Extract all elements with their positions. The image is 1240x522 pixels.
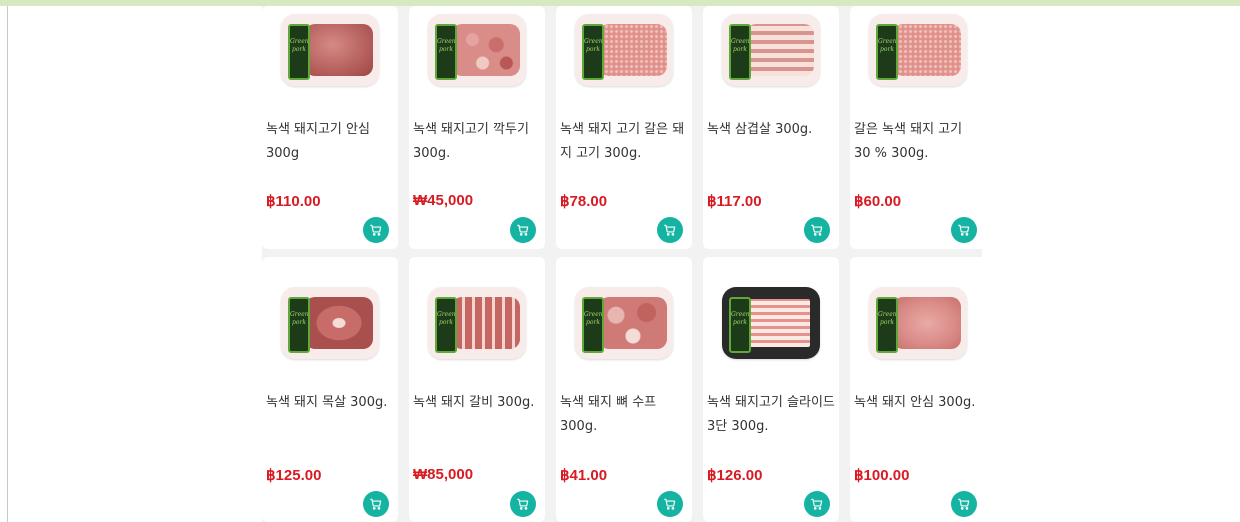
product-card[interactable]: Green pork 녹색 돼지고기 슬라이드 3단 300g. ฿126.00 [703, 257, 839, 522]
brand-text: Green pork [878, 38, 897, 53]
product-name[interactable]: 녹색 돼지 안심 300g. [854, 391, 982, 415]
cart-icon [517, 498, 529, 510]
product-card[interactable]: Green pork 갈은 녹색 돼지 고기 30 % 300g. ฿60.00 [850, 6, 986, 249]
product-card[interactable]: Green pork 녹색 돼지 안심 300g. ฿100.00 [850, 257, 986, 522]
product-card[interactable]: Green pork 녹색 삼겹살 300g. ฿117.00 [703, 6, 839, 249]
brand-text: Green pork [584, 311, 603, 326]
add-to-cart-button[interactable] [951, 217, 977, 243]
add-to-cart-button[interactable] [951, 491, 977, 517]
pork-soup-bones-image [599, 297, 667, 349]
product-name[interactable]: 녹색 돼지 뼈 수프 300g. [560, 391, 688, 439]
brand-label: Green pork [729, 297, 751, 353]
product-grid: Green pork 녹색 돼지고기 안심 300g ฿110.00 Green p… [262, 6, 986, 522]
product-name[interactable]: 녹색 돼지 목살 300g. [266, 391, 394, 415]
pork-belly-image [746, 24, 814, 76]
product-price: ₩85,000 [413, 466, 474, 483]
brand-text: Green pork [437, 38, 456, 53]
cart-icon [664, 498, 676, 510]
product-image[interactable]: Green pork [575, 287, 673, 359]
cart-icon [958, 498, 970, 510]
product-card[interactable]: Green pork 녹색 돼지고기 안심 300g ฿110.00 [262, 6, 398, 249]
ground-pork-image [599, 24, 667, 76]
brand-text: Green pork [878, 311, 897, 326]
product-name[interactable]: 녹색 삼겹살 300g. [707, 118, 835, 142]
product-price: ฿117.00 [707, 193, 762, 210]
product-name[interactable]: 녹색 돼지 갈비 300g. [413, 391, 541, 415]
pork-cubes-image [452, 24, 520, 76]
brand-text: Green pork [731, 38, 750, 53]
brand-text: Green pork [437, 311, 456, 326]
product-image[interactable]: Green pork [575, 14, 673, 86]
product-price: ฿60.00 [854, 193, 902, 210]
cart-icon [811, 498, 823, 510]
product-image[interactable]: Green pork [428, 287, 526, 359]
cart-icon [517, 224, 529, 236]
add-to-cart-button[interactable] [363, 491, 389, 517]
brand-label: Green pork [435, 297, 457, 353]
add-to-cart-button[interactable] [510, 217, 536, 243]
brand-label: Green pork [729, 24, 751, 80]
product-price: ฿41.00 [560, 467, 608, 484]
product-price: ฿100.00 [854, 467, 910, 484]
product-price: ₩45,000 [413, 192, 474, 209]
product-price: ฿126.00 [707, 467, 763, 484]
product-image[interactable]: Green pork [428, 14, 526, 86]
product-name[interactable]: 녹색 돼지고기 슬라이드 3단 300g. [707, 391, 835, 439]
product-image[interactable]: Green pork [869, 14, 967, 86]
product-card[interactable]: Green pork 녹색 돼지 목살 300g. ฿125.00 [262, 257, 398, 522]
product-image[interactable]: Green pork [281, 14, 379, 86]
product-name[interactable]: 녹색 돼지고기 안심 300g [266, 118, 394, 166]
product-name[interactable]: 녹색 돼지고기 깍두기 300g. [413, 118, 541, 166]
brand-label: Green pork [876, 24, 898, 80]
cart-icon [370, 498, 382, 510]
pork-ribs-image [452, 297, 520, 349]
cart-icon [958, 224, 970, 236]
brand-text: Green pork [290, 38, 309, 53]
product-card[interactable]: Green pork 녹색 돼지고기 깍두기 300g. ₩45,000 [409, 6, 545, 249]
pork-cutlet-image [893, 297, 961, 349]
brand-label: Green pork [288, 24, 310, 80]
page-border [7, 6, 8, 522]
add-to-cart-button[interactable] [363, 217, 389, 243]
add-to-cart-button[interactable] [657, 491, 683, 517]
product-price: ฿78.00 [560, 193, 608, 210]
product-name[interactable]: 녹색 돼지 고기 갈은 돼지 고기 300g. [560, 118, 688, 166]
add-to-cart-button[interactable] [657, 217, 683, 243]
add-to-cart-button[interactable] [510, 491, 536, 517]
brand-label: Green pork [582, 24, 604, 80]
product-card[interactable]: Green pork 녹색 돼지 고기 갈은 돼지 고기 300g. ฿78.00 [556, 6, 692, 249]
brand-text: Green pork [731, 311, 750, 326]
brand-label: Green pork [876, 297, 898, 353]
product-image[interactable]: Green pork [281, 287, 379, 359]
product-name[interactable]: 갈은 녹색 돼지 고기 30 % 300g. [854, 118, 982, 166]
brand-text: Green pork [290, 311, 309, 326]
product-card[interactable]: Green pork 녹색 돼지 갈비 300g. ₩85,000 [409, 257, 545, 522]
cart-icon [370, 224, 382, 236]
pork-neck-image [305, 297, 373, 349]
product-image[interactable]: Green pork [722, 14, 820, 86]
product-card[interactable]: Green pork 녹색 돼지 뼈 수프 300g. ฿41.00 [556, 257, 692, 522]
cart-icon [811, 224, 823, 236]
brand-text: Green pork [584, 38, 603, 53]
pork-loin-image [305, 24, 373, 76]
ground-pork-image [893, 24, 961, 76]
cart-icon [664, 224, 676, 236]
product-price: ฿110.00 [266, 193, 321, 210]
brand-label: Green pork [288, 297, 310, 353]
add-to-cart-button[interactable] [804, 491, 830, 517]
product-image[interactable]: Green pork [869, 287, 967, 359]
add-to-cart-button[interactable] [804, 217, 830, 243]
product-image[interactable]: Green pork [722, 287, 820, 359]
brand-label: Green pork [435, 24, 457, 80]
brand-label: Green pork [582, 297, 604, 353]
product-price: ฿125.00 [266, 467, 322, 484]
